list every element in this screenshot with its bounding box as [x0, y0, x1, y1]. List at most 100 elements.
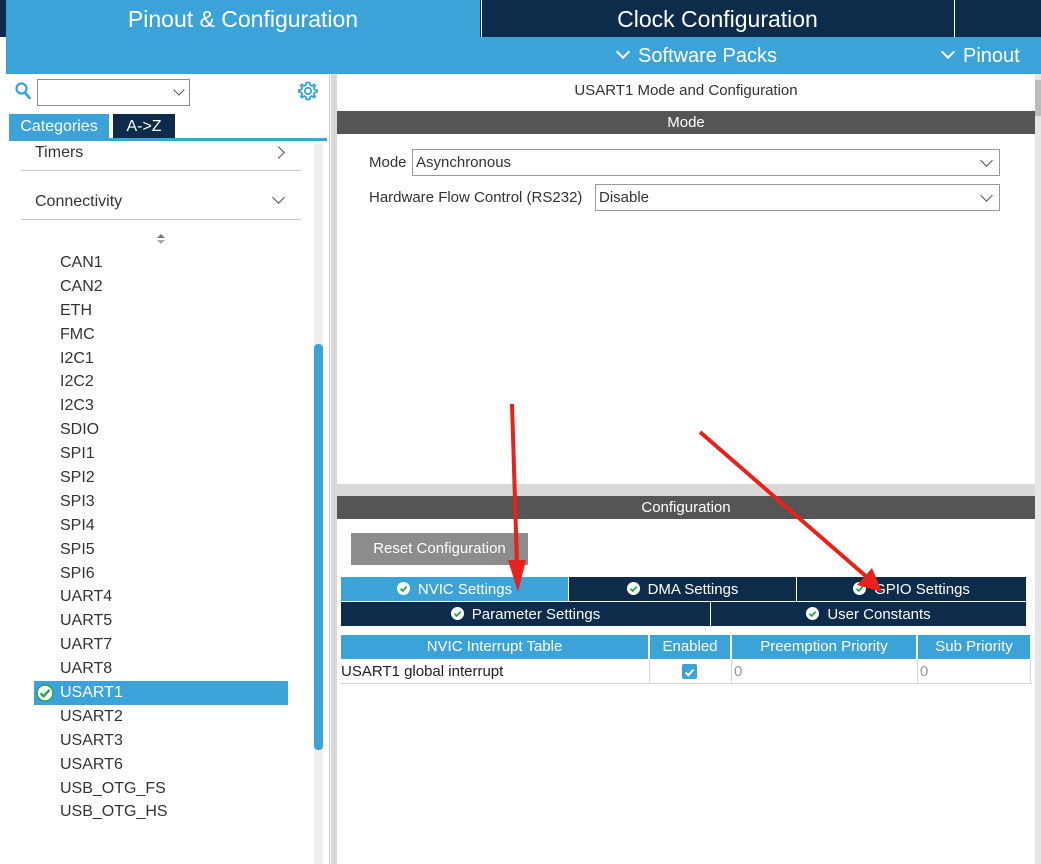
right-edge-handle[interactable] [1035, 80, 1041, 116]
configuration-area: Reset Configuration NVIC Settings DMA Se… [337, 519, 1035, 864]
mode-select-value: Asynchronous [416, 154, 512, 171]
peripheral-label: I2C2 [60, 373, 94, 391]
right-panel: USART1 Mode and Configuration Mode Mode … [331, 74, 1041, 864]
flow-control-select-value: Disable [599, 189, 650, 206]
tab-gpio-settings[interactable]: GPIO Settings [797, 577, 1026, 601]
flow-control-label: Hardware Flow Control (RS232) [369, 189, 583, 206]
sub-toolbar: Software Packs Pinout [6, 37, 1041, 74]
peripheral-item[interactable]: USART2 [34, 705, 288, 729]
peripheral-item[interactable]: UART5 [34, 609, 288, 633]
tab-categories[interactable]: Categories [9, 114, 109, 138]
peripheral-label: USART1 [60, 684, 123, 702]
peripheral-label: UART4 [60, 588, 113, 606]
search-input[interactable] [37, 79, 190, 106]
chevron-down-icon [980, 154, 993, 167]
peripheral-label: SDIO [60, 421, 100, 439]
peripheral-item[interactable]: CAN1 [34, 251, 288, 275]
peripheral-item[interactable]: SPI2 [34, 466, 288, 490]
peripheral-label: UART5 [60, 612, 113, 630]
peripheral-item[interactable]: USART1 [34, 681, 288, 705]
peripheral-item[interactable]: UART4 [34, 585, 288, 609]
peripheral-item[interactable]: UART7 [34, 633, 288, 657]
top-tab-bar: Pinout & Configuration Clock Configurati… [0, 0, 1041, 37]
tab-parameter-settings[interactable]: Parameter Settings [341, 602, 710, 626]
peripheral-item[interactable]: FMC [34, 323, 288, 347]
check-circle-icon [396, 582, 410, 595]
peripheral-label: SPI1 [60, 445, 95, 463]
peripheral-item[interactable]: USART3 [34, 729, 288, 753]
peripheral-label: USB_OTG_HS [60, 803, 168, 821]
tab-clock-configuration[interactable]: Clock Configuration [481, 0, 953, 37]
peripheral-item[interactable]: SPI1 [34, 442, 288, 466]
peripheral-item[interactable]: CAN2 [34, 275, 288, 299]
mode-area: USART1 Mode and Configuration Mode Mode … [337, 74, 1035, 484]
enabled-checkbox[interactable] [682, 664, 697, 679]
pinout-menu-label: Pinout [963, 45, 1020, 67]
table-header-enabled: Enabled [650, 635, 730, 659]
peripheral-item[interactable]: USART6 [34, 753, 288, 777]
right-edge-scrollbar[interactable] [1035, 74, 1041, 864]
peripheral-item[interactable]: SPI6 [34, 562, 288, 586]
check-circle-icon [626, 582, 640, 595]
peripheral-item[interactable]: USB_OTG_HS [34, 800, 288, 824]
check-circle-icon [450, 607, 464, 620]
peripheral-item[interactable]: SDIO [34, 418, 288, 442]
peripheral-label: UART7 [60, 636, 113, 654]
tab-label: Parameter Settings [471, 606, 601, 623]
peripheral-label: FMC [60, 325, 95, 343]
tab-overflow[interactable] [954, 0, 1041, 37]
tab-label: NVIC Settings [417, 581, 513, 598]
peripheral-label: I2C1 [60, 349, 94, 367]
mode-select[interactable]: Asynchronous [412, 149, 1000, 176]
chevron-down-icon [173, 84, 185, 96]
peripheral-item[interactable]: I2C1 [34, 347, 288, 371]
peripheral-label: SPI6 [60, 564, 95, 582]
chevron-right-icon [272, 146, 285, 159]
tab-a-to-z[interactable]: A->Z [113, 114, 175, 138]
chevron-down-icon [615, 44, 631, 60]
peripheral-label: USART3 [60, 731, 123, 749]
flow-control-select[interactable]: Disable [595, 184, 1000, 211]
software-packs-menu[interactable]: Software Packs [615, 37, 777, 74]
peripheral-label: SPI3 [60, 492, 95, 510]
mode-label: Mode [369, 154, 407, 171]
chevron-down-icon [940, 44, 956, 60]
category-connectivity[interactable]: Connectivity [21, 191, 301, 220]
left-panel: Categories A->Z Timers Connectivity CAN1… [6, 74, 330, 864]
peripheral-item[interactable]: SPI5 [34, 538, 288, 562]
peripheral-item[interactable]: USB_OTG_FS [34, 777, 288, 801]
tab-label: User Constants [827, 606, 931, 623]
tab-dma-settings[interactable]: DMA Settings [569, 577, 796, 601]
tab-label: GPIO Settings [874, 581, 970, 598]
peripheral-label: SPI4 [60, 516, 95, 534]
peripheral-item[interactable]: I2C2 [34, 370, 288, 394]
table-header-sub-priority: Sub Priority [918, 635, 1030, 659]
peripheral-label: USART6 [60, 755, 123, 773]
sub-priority-cell[interactable]: 0 [918, 660, 1031, 684]
scrollbar-thumb[interactable] [314, 344, 323, 750]
peripheral-label: ETH [60, 301, 92, 319]
peripheral-label: USB_OTG_FS [60, 779, 166, 797]
peripheral-label: SPI5 [60, 540, 95, 558]
peripheral-item[interactable]: SPI3 [34, 490, 288, 514]
gear-icon[interactable] [297, 80, 319, 102]
peripheral-item[interactable]: SPI4 [34, 514, 288, 538]
peripheral-list: CAN1 CAN2 ETH FMC I2C1 I2C2 I2C3 SDIO SPI1 SPI2 SP… [34, 251, 288, 824]
peripheral-label: UART8 [60, 660, 113, 678]
tab-pinout-configuration[interactable]: Pinout & Configuration [6, 0, 480, 37]
preemption-priority-cell[interactable]: 0 [732, 660, 918, 684]
tab-nvic-settings[interactable]: NVIC Settings [341, 577, 568, 601]
sort-icon[interactable] [155, 232, 167, 246]
pinout-menu[interactable]: Pinout [940, 37, 1020, 74]
tab-user-constants[interactable]: User Constants [711, 602, 1026, 626]
peripheral-label: I2C3 [60, 397, 94, 415]
category-timers[interactable]: Timers [21, 144, 301, 171]
peripheral-label: SPI2 [60, 469, 95, 487]
reset-configuration-button[interactable]: Reset Configuration [351, 533, 528, 565]
peripheral-item[interactable]: ETH [34, 299, 288, 323]
enabled-cell [650, 660, 732, 684]
category-label: Connectivity [35, 193, 123, 210]
peripheral-item[interactable]: UART8 [34, 657, 288, 681]
search-icon[interactable] [15, 82, 31, 100]
peripheral-item[interactable]: I2C3 [34, 394, 288, 418]
